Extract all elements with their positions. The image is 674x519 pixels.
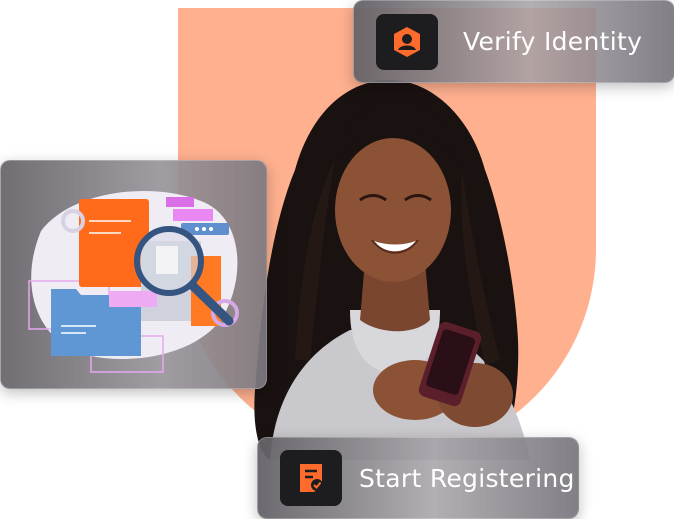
start-registering-label: Start Registering — [359, 463, 575, 493]
documents-illustration-card — [0, 160, 267, 389]
verify-identity-label: Verify Identity — [463, 27, 643, 56]
user-shield-icon — [376, 13, 438, 70]
document-check-icon — [280, 450, 342, 506]
documents-magnifier-illustration — [28, 191, 239, 373]
verify-identity-card[interactable]: Verify Identity — [353, 0, 674, 83]
hero-scene: Verify Identity Start Registering — [0, 0, 674, 519]
start-registering-card[interactable]: Start Registering — [257, 437, 579, 519]
